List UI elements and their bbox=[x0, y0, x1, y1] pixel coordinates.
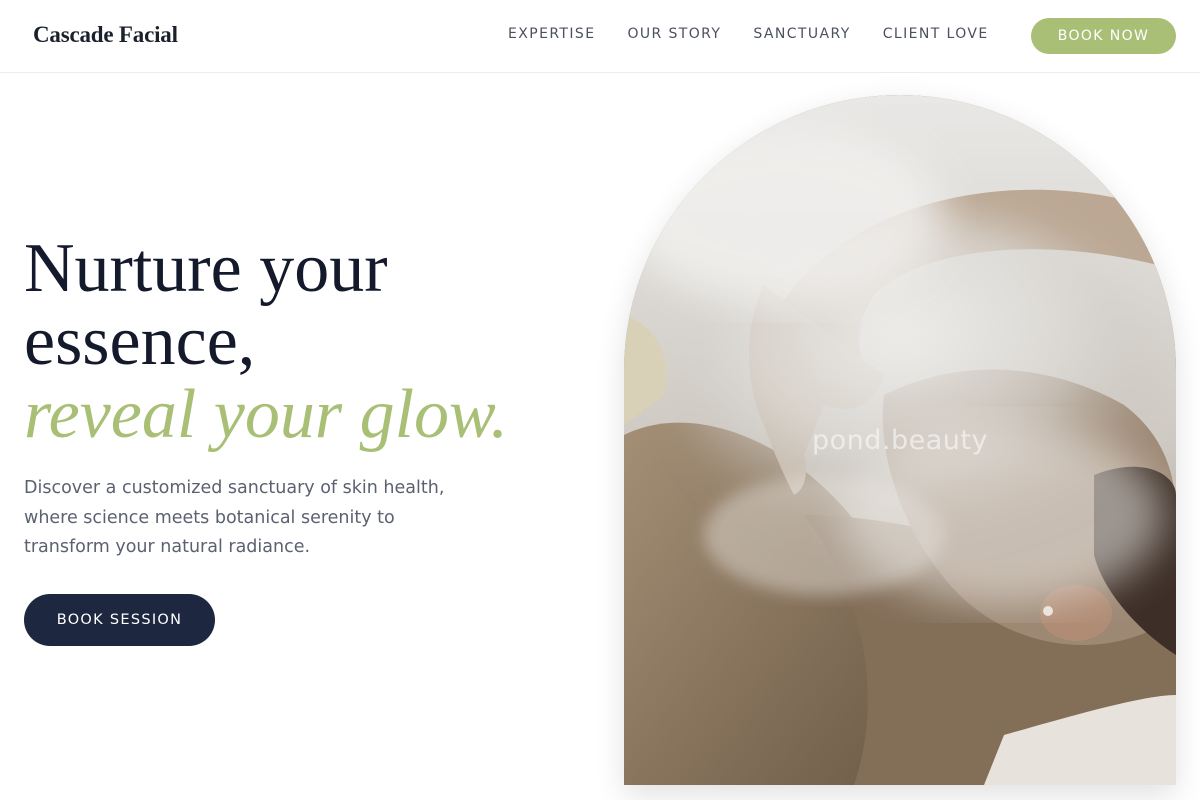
image-watermark: pond.beauty bbox=[812, 425, 988, 456]
nav-link-client-love[interactable]: CLIENT LOVE bbox=[883, 26, 989, 42]
hero-description: Discover a customized sanctuary of skin … bbox=[24, 478, 445, 557]
main-nav: EXPERTISE OUR STORY SANCTUARY CLIENT LOV… bbox=[508, 26, 1021, 42]
hero-title-accent: reveal your glow. bbox=[24, 376, 509, 453]
hero-title: Nurture your essence, reveal your glow. bbox=[24, 232, 584, 451]
brand-logo[interactable]: Cascade Facial bbox=[33, 22, 178, 48]
hero-title-line2: essence, bbox=[24, 303, 256, 380]
hero-image: pond.beauty bbox=[624, 95, 1176, 785]
book-session-button[interactable]: BOOK SESSION bbox=[24, 594, 215, 646]
book-now-button[interactable]: BOOK NOW bbox=[1031, 18, 1176, 54]
nav-link-expertise[interactable]: EXPERTISE bbox=[508, 26, 595, 42]
hero-title-line1: Nurture your bbox=[24, 230, 388, 307]
nav-link-our-story[interactable]: OUR STORY bbox=[627, 26, 721, 42]
site-header: Cascade Facial EXPERTISE OUR STORY SANCT… bbox=[0, 0, 1200, 73]
nav-link-sanctuary[interactable]: SANCTUARY bbox=[753, 26, 850, 42]
